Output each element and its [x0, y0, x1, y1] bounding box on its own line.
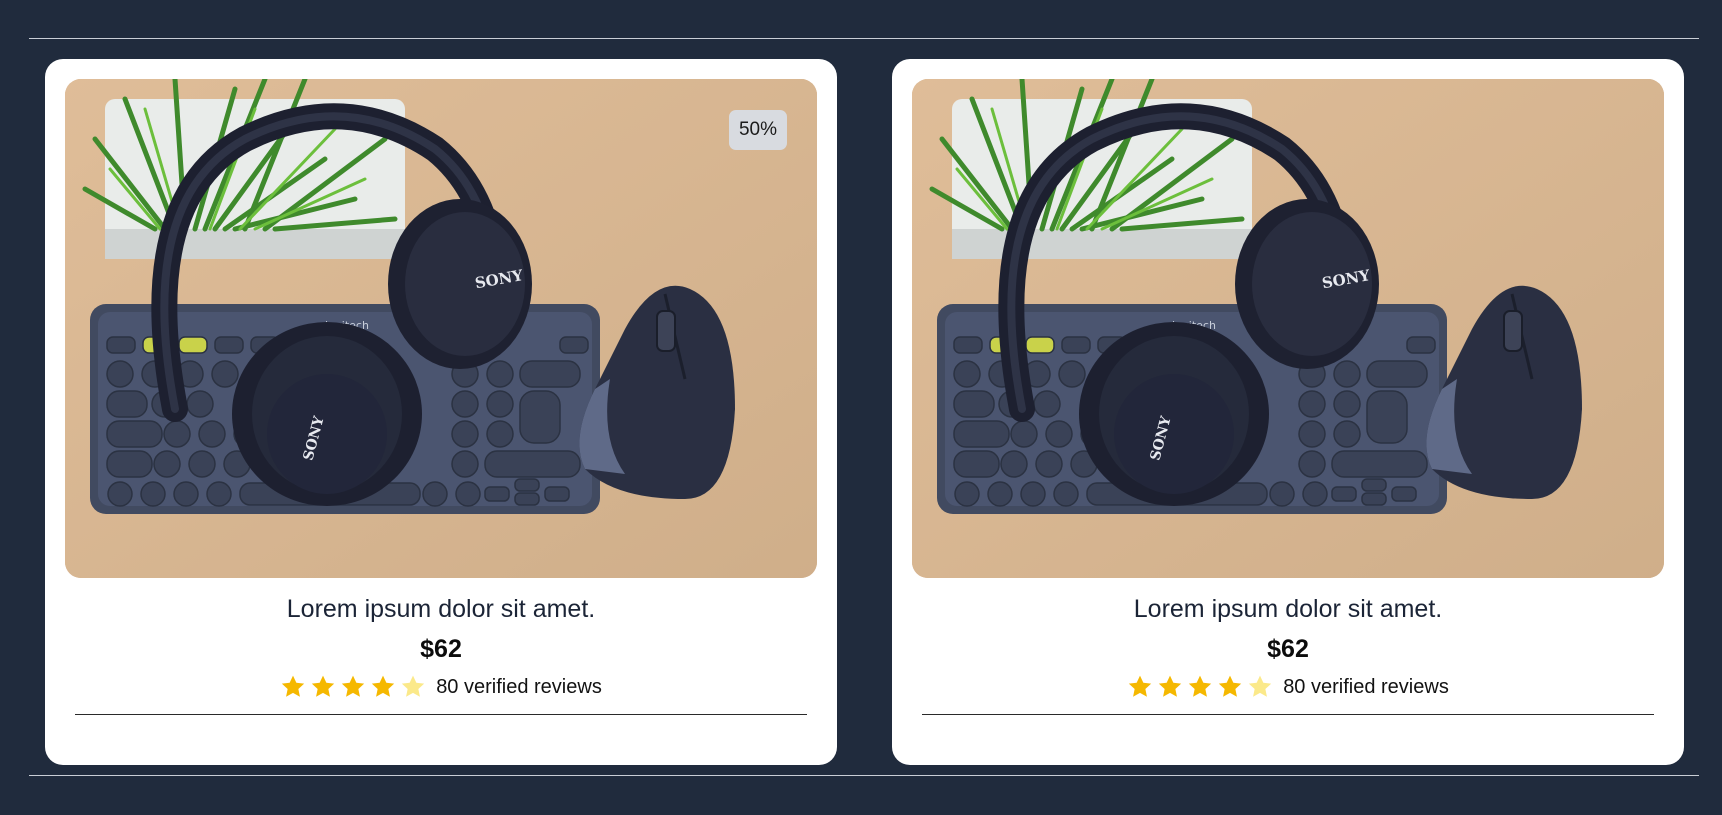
product-card[interactable]: Lorem ipsum dolor sit amet. $62 80 verif…: [892, 59, 1684, 765]
card-divider: [75, 714, 807, 715]
star-filled-icon: [310, 674, 336, 700]
discount-badge: 50%: [728, 110, 787, 150]
top-rule: [29, 38, 1699, 39]
star-filled-icon: [1187, 674, 1213, 700]
star-filled-icon: [1127, 674, 1153, 700]
product-title[interactable]: Lorem ipsum dolor sit amet.: [45, 593, 837, 625]
star-filled-icon: [1217, 674, 1243, 700]
product-image[interactable]: 50%: [65, 79, 817, 578]
product-price: $62: [1267, 635, 1309, 663]
product-price: $62: [420, 635, 462, 663]
star-filled-icon: [1157, 674, 1183, 700]
star-rating: [280, 674, 426, 700]
rating-row: 80 verified reviews: [45, 674, 837, 700]
star-filled-icon: [340, 674, 366, 700]
star-filled-icon: [280, 674, 306, 700]
product-title[interactable]: Lorem ipsum dolor sit amet.: [892, 593, 1684, 625]
star-empty-icon: [400, 674, 426, 700]
bottom-rule: [29, 775, 1699, 776]
star-rating: [1127, 674, 1273, 700]
product-image[interactable]: [912, 79, 1664, 578]
star-empty-icon: [1247, 674, 1273, 700]
rating-row: 80 verified reviews: [892, 674, 1684, 700]
card-divider: [922, 714, 1654, 715]
review-count[interactable]: 80 verified reviews: [1283, 674, 1449, 700]
star-filled-icon: [370, 674, 396, 700]
product-card[interactable]: 50% Lorem ipsum dolor sit amet. $62 80 v…: [45, 59, 837, 765]
review-count[interactable]: 80 verified reviews: [436, 674, 602, 700]
